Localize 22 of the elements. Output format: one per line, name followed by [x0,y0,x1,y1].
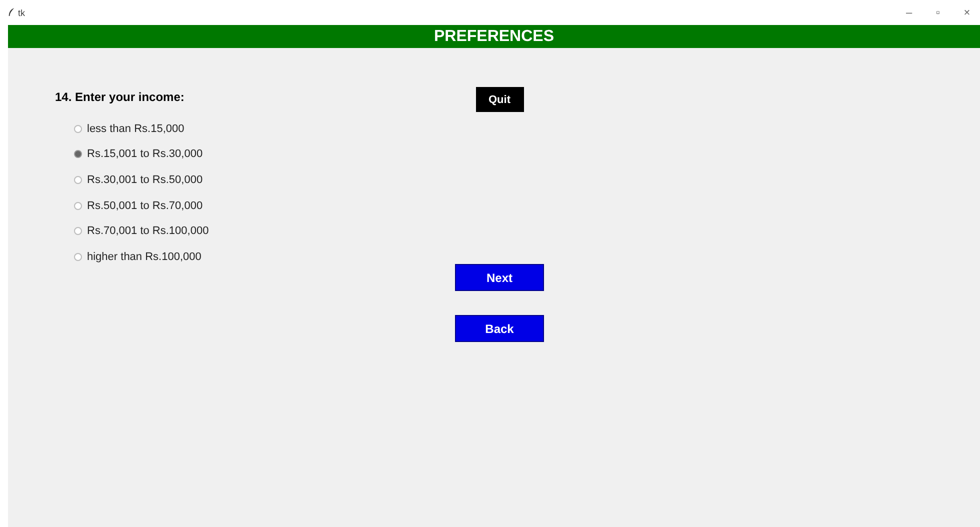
radio-option[interactable]: Rs.15,001 to Rs.30,000 [55,142,203,168]
header-bar: PREFERENCES [8,25,980,48]
radio-option[interactable]: Rs.30,001 to Rs.50,000 [55,167,203,193]
radio-option[interactable]: Rs.50,001 to Rs.70,000 [55,192,203,218]
radio-button[interactable] [74,252,82,261]
question-text: 14. Enter your income: [55,90,186,104]
radio-button[interactable] [74,202,82,210]
window-title: tk [18,8,26,18]
close-button[interactable]: × [954,6,980,18]
radio-button[interactable] [74,150,82,158]
nav-button[interactable]: Back [455,315,544,342]
minimize-button[interactable]: – [896,6,922,18]
radio-option[interactable]: higher than Rs.100,000 [55,244,202,270]
maximize-button[interactable]: ▫ [925,6,951,18]
radio-option[interactable]: Rs.70,001 to Rs.100,000 [55,218,209,244]
radio-button[interactable] [74,176,82,184]
radio-button[interactable] [74,124,82,133]
quit-button[interactable]: Quit [476,87,524,112]
radio-button[interactable] [74,227,82,236]
nav-button[interactable]: Next [455,264,544,291]
radio-option[interactable]: less than Rs.15,000 [55,116,184,142]
feather-icon [8,8,15,17]
